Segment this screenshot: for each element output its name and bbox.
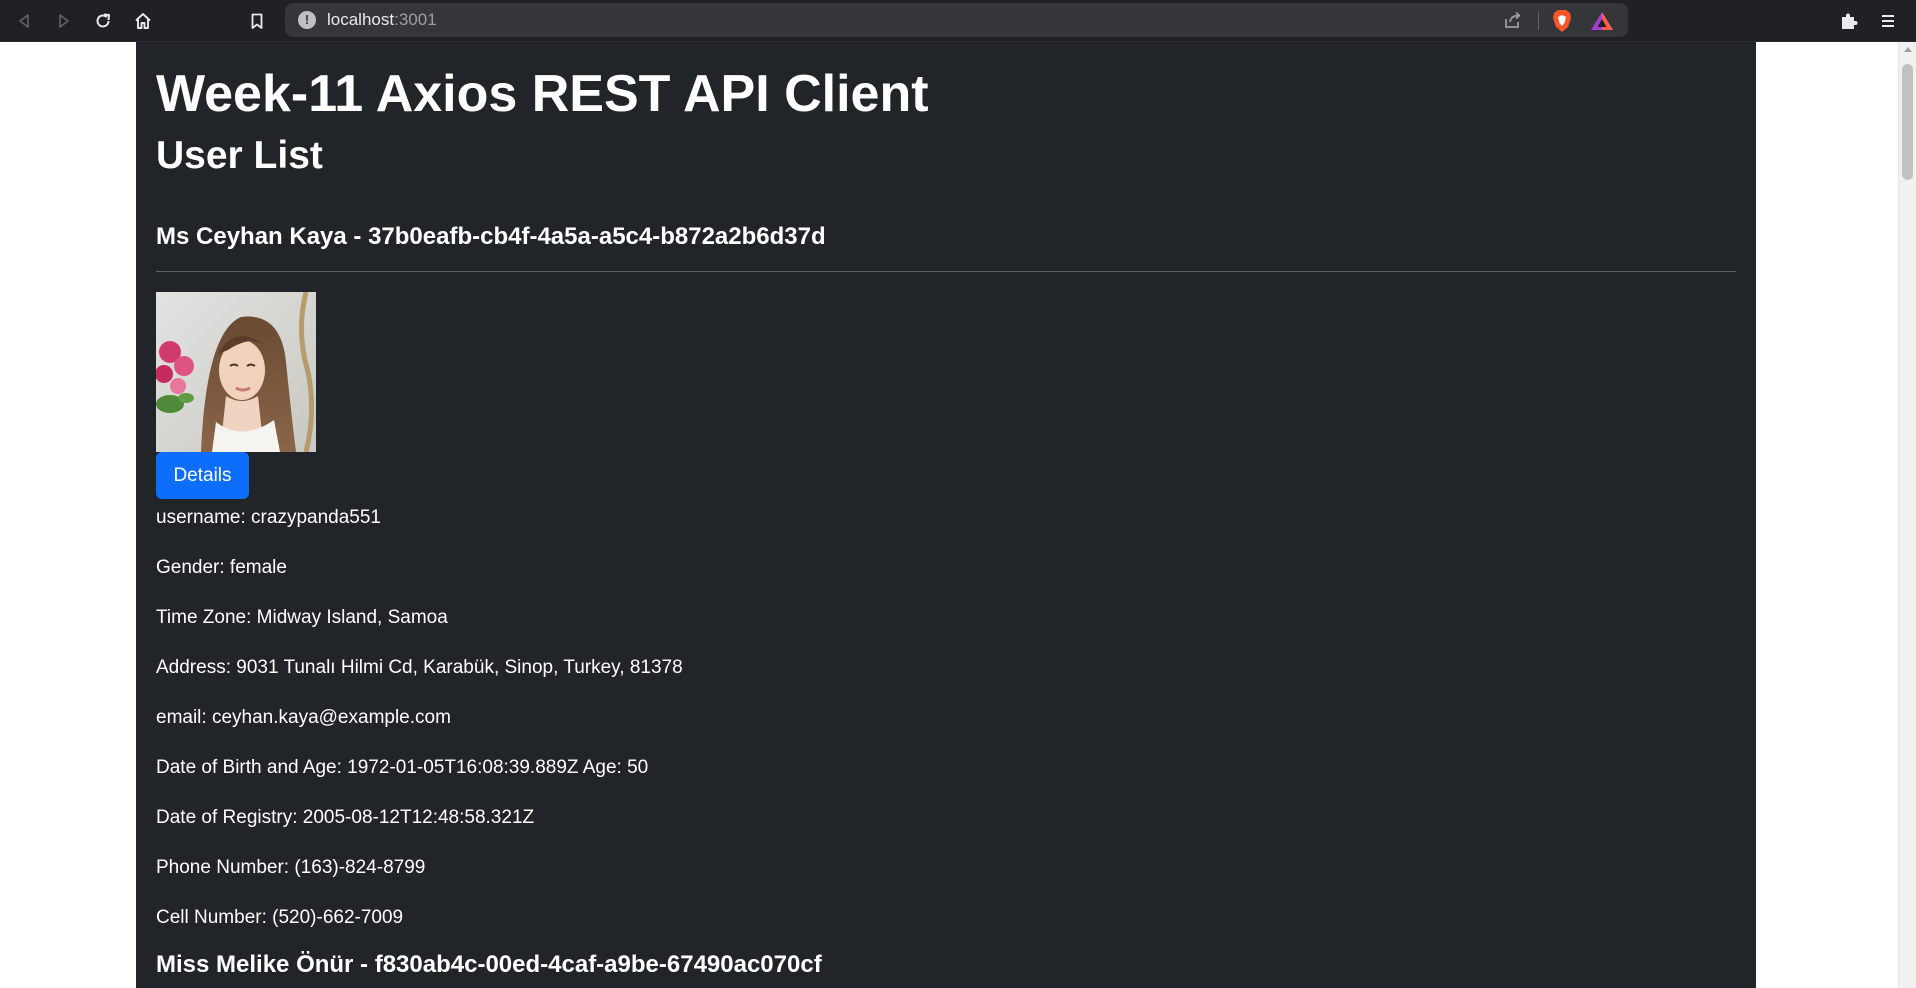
- url-text[interactable]: localhost:3001: [327, 3, 437, 37]
- url-host: localhost: [327, 10, 395, 29]
- omnibox-divider: [1538, 12, 1539, 30]
- field-gender: Gender: female: [156, 557, 287, 578]
- brave-shields-icon[interactable]: [1551, 9, 1573, 37]
- reload-icon[interactable]: [89, 7, 117, 35]
- scroll-up-icon[interactable]: [1904, 47, 1912, 52]
- brave-rewards-icon[interactable]: [1590, 11, 1614, 35]
- scrollbar-thumb[interactable]: [1902, 64, 1913, 180]
- field-username: username: crazypanda551: [156, 507, 381, 528]
- main-container: Week-11 Axios REST API Client User List …: [136, 42, 1756, 988]
- divider: [156, 271, 1736, 272]
- bookmark-icon[interactable]: [243, 7, 271, 35]
- field-date-of-birth: Date of Birth and Age: 1972-01-05T16:08:…: [156, 757, 649, 778]
- field-time-zone: Time Zone: Midway Island, Samoa: [156, 607, 448, 628]
- back-arrow-icon[interactable]: [10, 7, 38, 35]
- field-phone-number: Phone Number: (163)-824-8799: [156, 857, 426, 878]
- browser-toolbar: ! localhost:3001: [0, 0, 1916, 42]
- info-icon[interactable]: !: [298, 11, 316, 29]
- page-viewport: Week-11 Axios REST API Client User List …: [0, 42, 1898, 988]
- user-avatar: [156, 292, 316, 452]
- user-heading: Miss Melike Önür - f830ab4c-00ed-4caf-a9…: [156, 951, 822, 978]
- home-icon[interactable]: [129, 7, 157, 35]
- field-address: Address: 9031 Tunalı Hilmi Cd, Karabük, …: [156, 657, 683, 678]
- forward-arrow-icon[interactable]: [50, 7, 78, 35]
- user-heading: Ms Ceyhan Kaya - 37b0eafb-cb4f-4a5a-a5c4…: [156, 223, 826, 250]
- page-title: Week-11 Axios REST API Client: [156, 65, 929, 123]
- field-cell-number: Cell Number: (520)-662-7009: [156, 907, 404, 928]
- vertical-scrollbar[interactable]: [1898, 42, 1916, 988]
- url-port: :3001: [394, 10, 437, 29]
- details-button[interactable]: Details: [156, 452, 249, 499]
- puzzle-icon[interactable]: [1835, 7, 1863, 35]
- field-date-of-registry: Date of Registry: 2005-08-12T12:48:58.32…: [156, 807, 535, 828]
- hamburger-menu-icon[interactable]: [1874, 7, 1902, 35]
- address-bar[interactable]: ! localhost:3001: [285, 3, 1628, 37]
- share-icon[interactable]: [1503, 10, 1523, 34]
- field-email: email: ceyhan.kaya@example.com: [156, 707, 451, 728]
- page-subtitle: User List: [156, 134, 323, 177]
